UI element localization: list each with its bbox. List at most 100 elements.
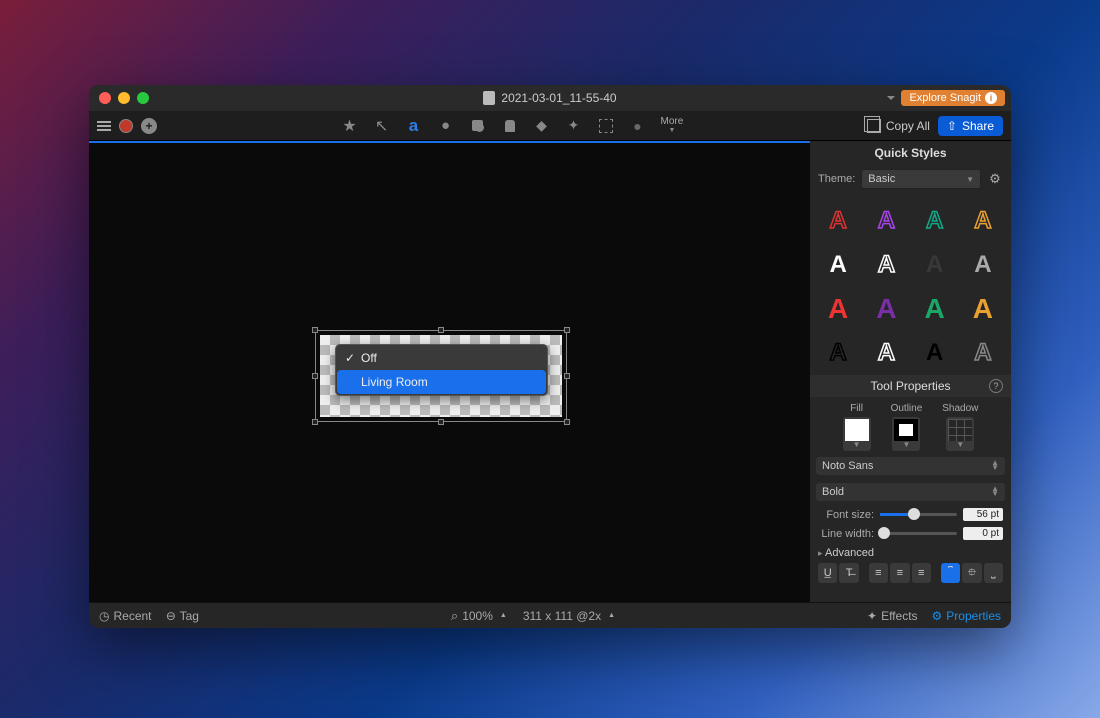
theme-label: Theme: [818, 173, 855, 185]
align-right-button[interactable]: ≡ [912, 563, 931, 583]
stepper-icon: ▲▼ [991, 461, 999, 471]
font-size-value[interactable]: 56 pt [963, 508, 1003, 521]
theme-value: Basic [868, 173, 895, 185]
underline-button[interactable]: U̲ [818, 563, 837, 583]
text-tool[interactable] [405, 117, 423, 135]
font-size-label: Font size: [818, 509, 874, 521]
effects-button[interactable]: Effects [867, 609, 918, 623]
gear-icon [932, 609, 943, 623]
more-tools-button[interactable]: More ▼ [661, 117, 684, 134]
help-button[interactable]: ? [989, 379, 1003, 393]
quick-style-item[interactable]: A [814, 243, 862, 287]
more-label: More [661, 117, 684, 127]
quick-style-item[interactable]: A [959, 287, 1007, 331]
sidebar-toggle-button[interactable] [97, 121, 111, 131]
resize-handle-tm[interactable] [438, 327, 444, 333]
share-icon [947, 119, 957, 133]
quick-style-item[interactable]: A [862, 199, 910, 243]
valign-middle-button[interactable]: ⯐ [962, 563, 981, 583]
arrow-tool[interactable] [373, 117, 391, 135]
slider-thumb[interactable] [908, 508, 920, 520]
blur-tool[interactable] [629, 117, 647, 135]
outline-property[interactable]: Outline ▼ [891, 403, 923, 451]
quick-style-item[interactable]: A [959, 331, 1007, 375]
align-left-button[interactable]: ≡ [869, 563, 888, 583]
status-bar: Recent Tag 100%▲ 311 x 111 @2x▲ Effects … [89, 602, 1011, 628]
align-center-button[interactable]: ≡ [890, 563, 909, 583]
quick-style-item[interactable]: A [862, 331, 910, 375]
font-family-select[interactable]: Noto Sans ▲▼ [816, 457, 1005, 475]
line-width-slider[interactable] [880, 532, 957, 535]
quick-style-item[interactable]: A [814, 287, 862, 331]
new-capture-button[interactable]: + [141, 118, 157, 134]
copy-all-button[interactable]: Copy All [867, 119, 930, 133]
document-icon [483, 91, 495, 105]
toolbar: + More ▼ Copy All Share [89, 111, 1011, 141]
font-size-slider[interactable] [880, 513, 957, 516]
canvas[interactable]: Off Living Room [89, 141, 810, 602]
explore-snagit-button[interactable]: Explore Snagit i [901, 90, 1005, 106]
shadow-swatch [948, 419, 972, 441]
outline-swatch [894, 419, 918, 441]
dimensions-display[interactable]: 311 x 111 @2x▲ [523, 609, 615, 623]
quick-style-item[interactable]: A [814, 331, 862, 375]
valign-bottom-button[interactable]: ⎵ [984, 563, 1003, 583]
resize-handle-bl[interactable] [312, 419, 318, 425]
resize-handle-mr[interactable] [564, 373, 570, 379]
maximize-window-button[interactable] [137, 92, 149, 104]
tool-properties-header: Tool Properties ? [810, 375, 1011, 397]
font-weight-select[interactable]: Bold ▲▼ [816, 483, 1005, 501]
fill-tool[interactable] [533, 117, 551, 135]
quick-style-item[interactable]: A [911, 243, 959, 287]
quick-styles-header: Quick Styles [810, 141, 1011, 165]
selected-object[interactable]: Off Living Room [315, 330, 567, 422]
quick-style-item[interactable]: A [959, 199, 1007, 243]
favorites-tool[interactable] [341, 117, 359, 135]
quick-styles-grid: AAAAAAAAAAAAAAAA [810, 193, 1011, 375]
fill-property[interactable]: Fill ▼ [843, 403, 871, 451]
effects-icon [867, 609, 877, 623]
title-dropdown-icon[interactable] [887, 96, 895, 100]
title-center: 2021-03-01_11-55-40 [89, 91, 1011, 105]
side-panel: Quick Styles Theme: Basic ▼ ⚙ AAAAAAAAAA… [810, 141, 1011, 602]
fill-swatch [845, 419, 869, 441]
info-icon: i [985, 92, 997, 104]
recent-button[interactable]: Recent [99, 609, 152, 623]
quick-style-item[interactable]: A [911, 287, 959, 331]
zoom-control[interactable]: 100%▲ [451, 608, 507, 624]
quick-style-item[interactable]: A [814, 199, 862, 243]
theme-settings-button[interactable]: ⚙ [987, 171, 1003, 187]
record-button[interactable] [119, 119, 133, 133]
quick-style-item[interactable]: A [959, 243, 1007, 287]
tag-button[interactable]: Tag [166, 609, 199, 623]
quick-style-item[interactable]: A [862, 243, 910, 287]
quick-style-item[interactable]: A [911, 199, 959, 243]
shadow-property[interactable]: Shadow ▼ [942, 403, 978, 451]
move-tool[interactable] [565, 117, 583, 135]
resize-handle-tl[interactable] [312, 327, 318, 333]
resize-handle-ml[interactable] [312, 373, 318, 379]
resize-handle-tr[interactable] [564, 327, 570, 333]
slider-thumb[interactable] [878, 527, 890, 539]
close-window-button[interactable] [99, 92, 111, 104]
shape-tool[interactable] [469, 117, 487, 135]
share-label: Share [962, 119, 994, 133]
copy-all-label: Copy All [886, 119, 930, 133]
advanced-disclosure[interactable]: Advanced [810, 543, 1011, 561]
line-width-value[interactable]: 0 pt [963, 527, 1003, 540]
selection-tool[interactable] [597, 117, 615, 135]
share-button[interactable]: Share [938, 116, 1003, 136]
quick-style-item[interactable]: A [862, 287, 910, 331]
stamp-tool[interactable] [501, 117, 519, 135]
selection-border [315, 330, 567, 422]
callout-tool[interactable] [437, 117, 455, 135]
theme-select[interactable]: Basic ▼ [861, 169, 981, 189]
strikethrough-button[interactable]: T̶ [839, 563, 858, 583]
traffic-lights [89, 92, 149, 104]
resize-handle-br[interactable] [564, 419, 570, 425]
minimize-window-button[interactable] [118, 92, 130, 104]
resize-handle-bm[interactable] [438, 419, 444, 425]
properties-button[interactable]: Properties [932, 609, 1001, 623]
valign-top-button[interactable]: ⎴ [941, 563, 960, 583]
quick-style-item[interactable]: A [911, 331, 959, 375]
